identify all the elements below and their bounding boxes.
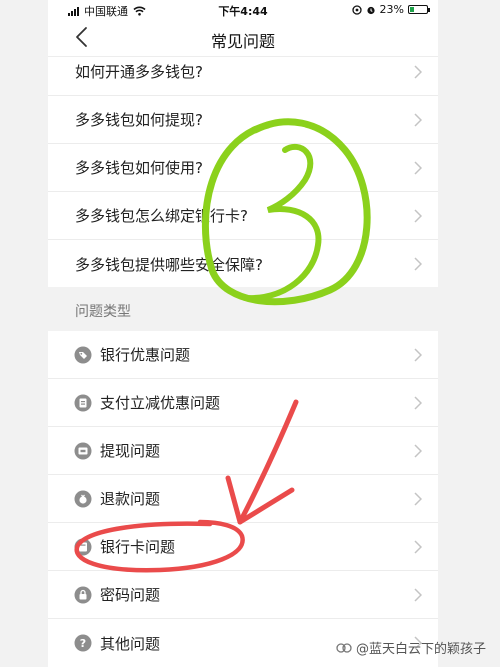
tag-icon	[74, 346, 92, 364]
battery-percent: 23%	[379, 3, 404, 16]
faq-item-label: 多多钱包如何使用?	[75, 159, 203, 177]
category-item-password[interactable]: 密码问题	[48, 571, 438, 619]
category-item-payment-discount[interactable]: 支付立减优惠问题	[48, 379, 438, 427]
faq-list: 如何开通多多钱包? 多多钱包如何提现? 多多钱包如何使用? 多多钱包怎么绑定银行…	[48, 48, 438, 288]
chevron-right-icon	[414, 65, 422, 79]
faq-item[interactable]: 多多钱包如何使用?	[48, 144, 438, 192]
category-item-refund[interactable]: 退款问题	[48, 475, 438, 523]
chevron-right-icon	[414, 492, 422, 506]
chevron-right-icon	[414, 348, 422, 362]
category-item-bank-discount[interactable]: 银行优惠问题	[48, 331, 438, 379]
chevron-right-icon	[414, 444, 422, 458]
category-label: 提现问题	[100, 442, 161, 460]
category-label: 退款问题	[100, 490, 161, 508]
faq-item-label: 如何开通多多钱包?	[75, 63, 203, 81]
faq-item-label: 多多钱包怎么绑定银行卡?	[75, 207, 248, 225]
bank-card-icon	[74, 538, 92, 556]
status-bar: 中国联通 下午4:44 23%	[48, 0, 438, 20]
category-label: 其他问题	[100, 634, 161, 653]
category-item-bank-card[interactable]: 银行卡问题	[48, 523, 438, 571]
watermark-logo-icon	[336, 642, 352, 653]
faq-item[interactable]: 多多钱包提供哪些安全保障?	[48, 240, 438, 288]
category-label: 密码问题	[100, 586, 161, 604]
faq-item-label: 多多钱包如何提现?	[75, 111, 203, 129]
refund-icon	[74, 490, 92, 508]
chevron-right-icon	[414, 113, 422, 127]
question-icon: ?	[74, 634, 92, 652]
category-item-withdraw[interactable]: 提现问题	[48, 427, 438, 475]
watermark-text: @蓝天白云下的颖孩子	[355, 642, 486, 657]
location-icon	[351, 4, 362, 15]
faq-item[interactable]: 多多钱包怎么绑定银行卡?	[48, 192, 438, 240]
category-label: 银行优惠问题	[100, 346, 191, 364]
chevron-right-icon	[414, 396, 422, 410]
chevron-right-icon	[414, 257, 422, 271]
chevron-right-icon	[414, 588, 422, 602]
watermark: @蓝天白云下的颖孩子	[336, 638, 486, 657]
section-header: 问题类型	[48, 287, 438, 331]
category-list: 银行优惠问题 支付立减优惠问题 提现问题 退款问题 银行卡问题 密码问题 ? 其…	[48, 331, 438, 667]
alarm-icon	[366, 6, 375, 14]
chevron-right-icon	[414, 209, 422, 223]
faq-item[interactable]: 多多钱包如何提现?	[48, 96, 438, 144]
receipt-icon	[74, 394, 92, 412]
chevron-right-icon	[414, 161, 422, 175]
faq-item-label: 多多钱包提供哪些安全保障?	[75, 255, 263, 274]
battery-icon	[408, 5, 430, 14]
section-title: 问题类型	[75, 304, 131, 320]
faq-screen: 中国联通 下午4:44 23% 常见问题 如何开通多多钱包? 多多钱包如何提现?…	[48, 0, 438, 667]
category-label: 银行卡问题	[100, 538, 176, 556]
chevron-right-icon	[414, 540, 422, 554]
lock-icon	[74, 586, 92, 604]
category-label: 支付立减优惠问题	[100, 394, 221, 412]
svg-text:?: ?	[80, 637, 86, 650]
faq-item[interactable]: 如何开通多多钱包?	[48, 48, 438, 96]
withdraw-icon	[74, 442, 92, 460]
